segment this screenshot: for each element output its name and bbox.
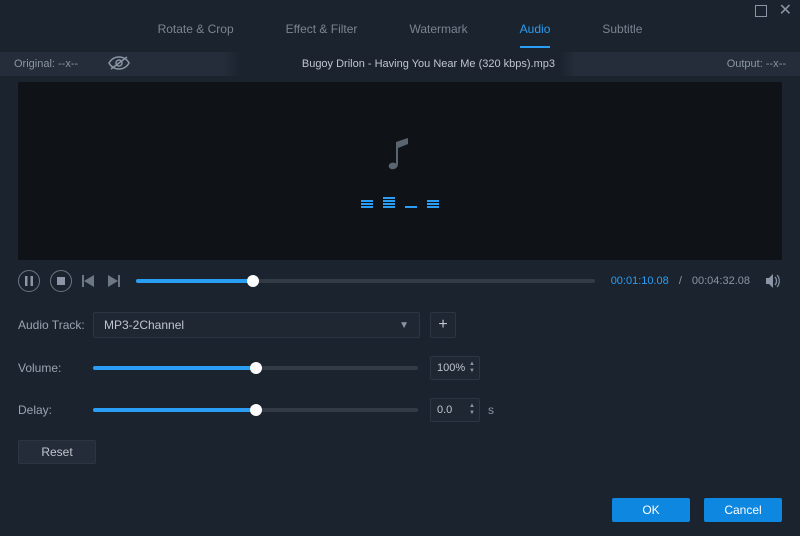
delay-stepper[interactable]: 0.0 ▲▼	[430, 398, 480, 422]
next-button[interactable]	[106, 275, 120, 287]
audio-track-select[interactable]: MP3-2Channel ▼	[93, 312, 420, 338]
audio-track-label: Audio Track:	[18, 318, 93, 332]
close-icon[interactable]: ✕	[779, 3, 792, 19]
seek-bar[interactable]	[136, 279, 595, 283]
volume-stepper[interactable]: 100% ▲▼	[430, 356, 480, 380]
tab-watermark[interactable]: Watermark	[409, 22, 467, 46]
audio-track-value: MP3-2Channel	[104, 318, 184, 332]
stop-button[interactable]	[50, 270, 72, 292]
tabs-bar: Rotate & Crop Effect & Filter Watermark …	[0, 22, 800, 52]
time-separator: /	[679, 275, 682, 287]
play-pause-button[interactable]	[18, 270, 40, 292]
playback-controls: 00:01:10.08 / 00:04:32.08	[0, 260, 800, 302]
preview-toggle-icon[interactable]	[108, 55, 130, 74]
music-note-icon	[386, 134, 414, 174]
equalizer-icon	[361, 194, 439, 208]
delay-value: 0.0	[431, 404, 469, 416]
info-bar: Original: --x-- Bugoy Drilon - Having Yo…	[0, 52, 800, 76]
filename-label: Bugoy Drilon - Having You Near Me (320 k…	[130, 58, 727, 70]
tab-rotate-crop[interactable]: Rotate & Crop	[158, 22, 234, 46]
tab-subtitle[interactable]: Subtitle	[602, 22, 642, 46]
maximize-icon[interactable]	[755, 5, 767, 17]
ok-button[interactable]: OK	[612, 498, 690, 522]
original-size-label: Original: --x--	[14, 58, 78, 70]
tab-audio[interactable]: Audio	[520, 22, 551, 48]
volume-icon[interactable]	[766, 274, 782, 288]
time-total: 00:04:32.08	[692, 275, 750, 287]
delay-label: Delay:	[18, 403, 93, 417]
tab-effect-filter[interactable]: Effect & Filter	[286, 22, 358, 46]
volume-value: 100%	[431, 362, 469, 374]
preview-area	[18, 82, 782, 260]
delay-unit: s	[488, 403, 494, 417]
reset-button[interactable]: Reset	[18, 440, 96, 464]
volume-slider[interactable]	[93, 366, 418, 370]
chevron-down-icon: ▼	[399, 320, 409, 331]
delay-slider[interactable]	[93, 408, 418, 412]
previous-button[interactable]	[82, 275, 96, 287]
add-track-button[interactable]: +	[430, 312, 456, 338]
volume-label: Volume:	[18, 361, 93, 375]
time-current: 00:01:10.08	[611, 275, 669, 287]
output-size-label: Output: --x--	[727, 58, 786, 70]
cancel-button[interactable]: Cancel	[704, 498, 782, 522]
